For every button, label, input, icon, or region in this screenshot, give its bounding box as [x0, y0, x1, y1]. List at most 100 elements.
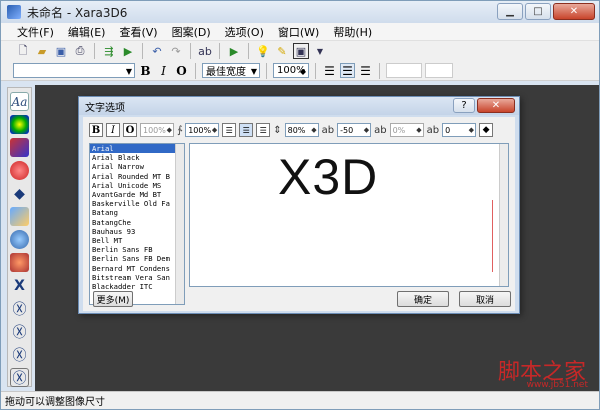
animation-icon[interactable]: ▶ — [120, 43, 136, 59]
font-list-item[interactable]: Bauhaus 93 — [90, 227, 184, 236]
animation-panel-icon[interactable] — [10, 253, 29, 272]
cancel-button[interactable]: 取消 — [459, 291, 511, 307]
dlg-italic-button[interactable]: I — [106, 123, 120, 137]
redo-icon[interactable]: ↷ — [168, 43, 184, 59]
font-list-item[interactable]: Arial Black — [90, 153, 184, 162]
font-list-item[interactable]: Bitstream Vera San — [90, 273, 184, 282]
frame-icon[interactable]: ▣ — [293, 43, 309, 59]
font-list-item[interactable]: Arial Unicode MS — [90, 181, 184, 190]
font-combo[interactable]: ▼ — [13, 63, 135, 78]
dropdown-arrow-icon[interactable]: ▼ — [312, 43, 328, 59]
text-options-dialog: 文字选项 ? ✕ B I O 100% ◆ ∱ 100% ◆ ☰ ☰ ☰ ⇕ 80%… — [78, 96, 520, 314]
dlg-align-left-icon[interactable]: ☰ — [222, 123, 237, 137]
preview-scrollbar[interactable] — [499, 144, 508, 286]
format-toolbar: ▼ B I O 最佳宽度 ▼ 100% ◆ ☰ ☰ ☰ — [1, 61, 599, 81]
bevel-icon[interactable] — [10, 138, 29, 157]
title-bar: 未命名 - Xara3D6 ▁ □ ✕ — [1, 1, 599, 23]
menu-options[interactable]: 选项(O) — [225, 24, 264, 40]
kerning-field[interactable]: -50 ◆ — [337, 123, 372, 137]
text-preview-area[interactable]: X3D — [189, 143, 509, 287]
menu-help[interactable]: 帮助(H) — [333, 24, 372, 40]
undo-icon[interactable]: ↶ — [149, 43, 165, 59]
align-right-icon[interactable]: ☰ — [358, 63, 373, 78]
align-left-icon[interactable]: ☰ — [322, 63, 337, 78]
export-icon[interactable]: ⎙ — [72, 43, 88, 59]
font-list-item[interactable]: Arial Narrow — [90, 162, 184, 171]
status-bar: 拖动可以调整图像尺寸 — [1, 391, 599, 409]
font-list-item[interactable]: Blackadder ITC — [90, 282, 184, 291]
font-list-item[interactable]: Bell MT — [90, 236, 184, 245]
extra-field[interactable] — [425, 63, 453, 78]
kerning-icon: ab — [321, 124, 335, 136]
menu-view[interactable]: 查看(V) — [119, 24, 157, 40]
text-tool-button[interactable]: Aa — [10, 92, 29, 111]
menu-bar: 文件(F) 编辑(E) 查看(V) 图案(D) 选项(O) 窗口(W) 帮助(H… — [1, 23, 599, 41]
dlg-align-center-icon[interactable]: ☰ — [239, 123, 254, 137]
status-text: 拖动可以调整图像尺寸 — [5, 397, 105, 408]
help-button[interactable]: ? — [453, 98, 475, 113]
italic-button[interactable]: I — [156, 63, 171, 78]
font-list-item[interactable]: Bernard MT Condens — [90, 264, 184, 273]
font-list-item[interactable]: Arial Rounded MT B — [90, 172, 184, 181]
font-list-item[interactable]: Arial — [90, 144, 184, 154]
dlg-bold-button[interactable]: B — [89, 123, 103, 137]
width-combo[interactable]: 最佳宽度 ▼ — [202, 63, 260, 78]
font-list-item[interactable]: BatangChe — [90, 218, 184, 227]
save-icon[interactable]: ▣ — [53, 43, 69, 59]
spacing-field[interactable] — [386, 63, 422, 78]
more-button[interactable]: 更多(M) — [93, 291, 133, 307]
font-list-scrollbar[interactable] — [175, 144, 184, 304]
baseline-field[interactable]: 0% ◆ — [389, 123, 424, 137]
text-options-icon[interactable]: ab — [197, 43, 213, 59]
wand-icon[interactable]: ✎ — [274, 43, 290, 59]
font-list-item[interactable]: AvantGarde Md BT — [90, 190, 184, 199]
dlg-align-right-icon[interactable]: ☰ — [256, 123, 271, 137]
x-shape-icon-2[interactable]: Ⓧ — [10, 299, 29, 318]
x-shape-icon-4[interactable]: Ⓧ — [10, 345, 29, 364]
watermark-url: www.jb51.net — [526, 380, 588, 390]
chevron-down-icon: ▼ — [125, 67, 132, 76]
outline-button[interactable]: O — [174, 63, 189, 78]
tab-icon: ab — [426, 124, 440, 136]
lighting-icon[interactable] — [10, 161, 29, 180]
bold-button[interactable]: B — [138, 63, 153, 78]
menu-file[interactable]: 文件(F) — [17, 24, 54, 40]
x-shape-icon-3[interactable]: Ⓧ — [10, 322, 29, 341]
menu-edit[interactable]: 编辑(E) — [68, 24, 106, 40]
shadow-icon[interactable] — [10, 207, 29, 226]
ok-button[interactable]: 确定 — [397, 291, 449, 307]
open-folder-icon[interactable]: ▰ — [34, 43, 50, 59]
extrude-icon[interactable]: ◆ — [10, 184, 29, 203]
font-list-item[interactable]: Berlin Sans FB Dem — [90, 254, 184, 263]
maximize-button[interactable]: □ — [525, 3, 551, 20]
zoom-field[interactable]: 100% ◆ — [273, 63, 309, 78]
font-list-item[interactable]: Berlin Sans FB — [90, 245, 184, 254]
menu-window[interactable]: 窗口(W) — [278, 24, 319, 40]
play-icon[interactable]: ▶ — [226, 43, 242, 59]
char-width-field[interactable]: 100% ◆ — [185, 123, 220, 137]
color-icon[interactable] — [10, 115, 29, 134]
dialog-body: B I O 100% ◆ ∱ 100% ◆ ☰ ☰ ☰ ⇕ 80% ◆ ab -50 ◆… — [83, 117, 515, 311]
light-bulb-icon[interactable]: 💡 — [255, 43, 271, 59]
tab-field[interactable]: 0 ◆ — [442, 123, 477, 137]
x-shape-icon-5[interactable]: Ⓧ — [10, 368, 29, 387]
font-list[interactable]: Arial Arial Black Arial Narrow Arial Rou… — [89, 143, 185, 305]
diamond-icon[interactable]: ◆ — [479, 123, 494, 137]
close-button[interactable]: ✕ — [553, 3, 595, 20]
baseline-icon: ab — [374, 124, 387, 136]
dialog-close-button[interactable]: ✕ — [477, 98, 515, 113]
line-spacing-field[interactable]: 80% ◆ — [284, 123, 319, 137]
x-shape-icon-1[interactable]: Ⅹ — [10, 276, 29, 295]
texture-icon[interactable] — [10, 230, 29, 249]
import-icon[interactable]: ⇶ — [101, 43, 117, 59]
font-list-item[interactable]: Batang — [90, 208, 184, 217]
menu-design[interactable]: 图案(D) — [172, 24, 211, 40]
dialog-title-bar: 文字选项 ? ✕ — [79, 97, 519, 115]
dlg-outline-button[interactable]: O — [123, 123, 137, 137]
dialog-title: 文字选项 — [85, 102, 125, 114]
minimize-button[interactable]: ▁ — [497, 3, 523, 20]
font-size-field-disabled[interactable]: 100% ◆ — [140, 123, 174, 137]
font-list-item[interactable]: Baskerville Old Fa — [90, 199, 184, 208]
align-center-icon[interactable]: ☰ — [340, 63, 355, 78]
new-file-icon[interactable]: 🗋 — [15, 43, 31, 59]
